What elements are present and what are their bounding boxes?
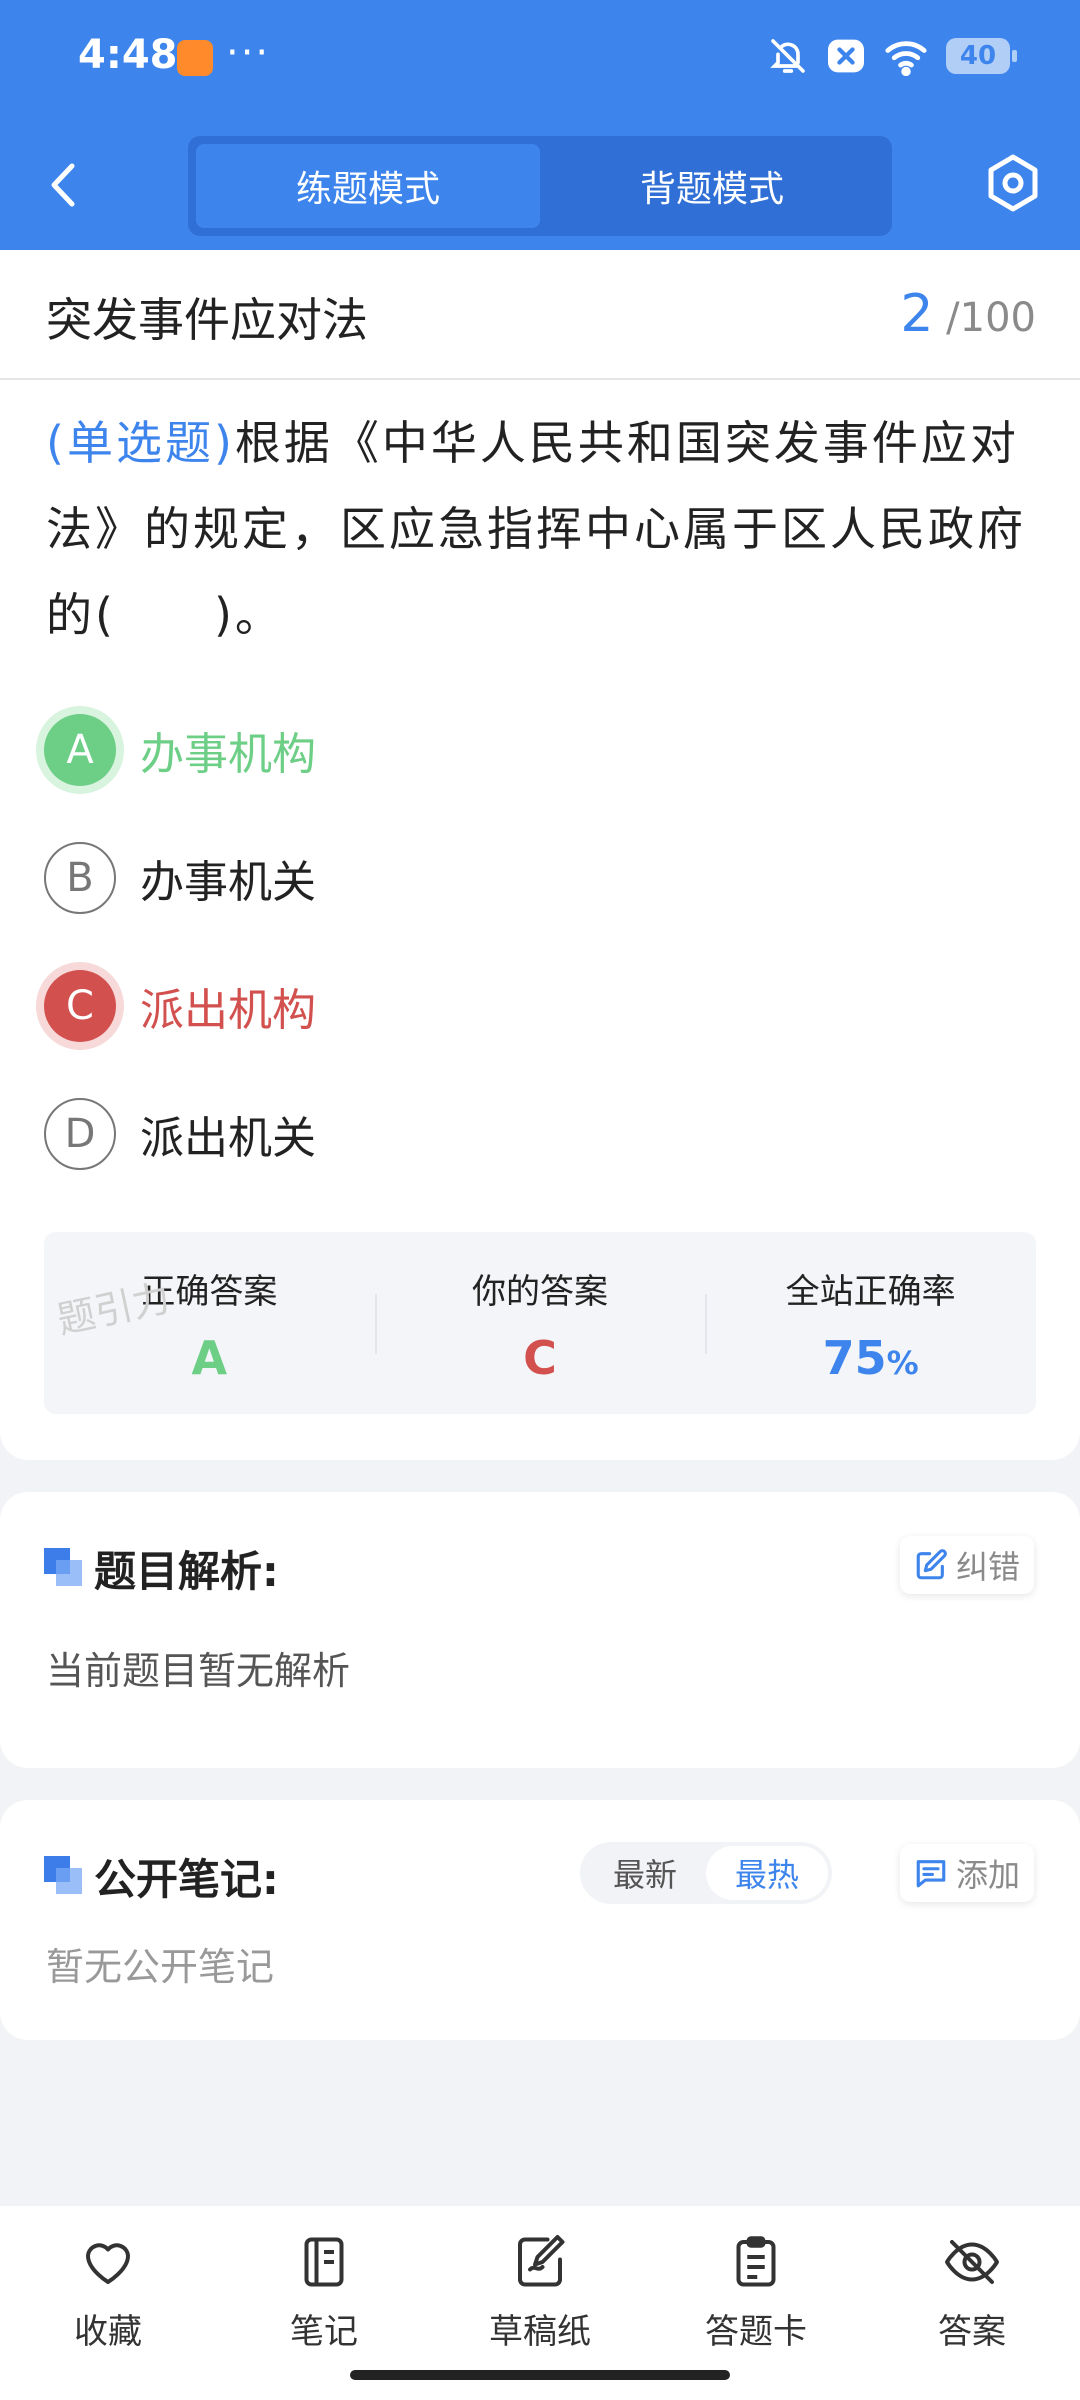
total-questions: /100 [946, 295, 1036, 341]
correct-answer-value: A [191, 1331, 228, 1385]
option-a[interactable]: A 办事机构 [44, 710, 944, 790]
eye-off-icon [945, 2240, 999, 2284]
status-icons: 40 [768, 36, 1017, 76]
option-label: 办事机构 [140, 729, 316, 780]
sort-hottest[interactable]: 最热 [706, 1846, 828, 1900]
mode-switch: 练题模式 背题模式 [188, 136, 892, 236]
current-question-number: 2 [900, 284, 934, 344]
notes-body: 暂无公开笔记 [46, 1945, 275, 1989]
analysis-title: 题目解析: [94, 1547, 279, 1596]
back-arrow-icon[interactable] [40, 150, 90, 220]
nav-label: 草稿纸 [489, 2312, 591, 2352]
home-indicator [350, 2370, 730, 2380]
accuracy-unit: % [886, 1344, 919, 1382]
status-bar: 4:48 ··· 40 [0, 0, 1080, 118]
option-label: 派出机关 [140, 1113, 316, 1164]
analysis-card: 题目解析: 纠错 当前题目暂无解析 [0, 1492, 1080, 1768]
draft-paper-icon [518, 2235, 565, 2287]
close-box-icon [828, 39, 864, 73]
your-answer-value: C [523, 1331, 557, 1385]
option-label: 派出机构 [140, 985, 316, 1036]
nav-label: 笔记 [290, 2312, 358, 2352]
wifi-icon [885, 41, 927, 76]
accuracy-number: 75 [822, 1331, 887, 1385]
nav-label: 答案 [938, 2312, 1006, 2352]
subject-title: 突发事件应对法 [46, 293, 368, 347]
accuracy-column: 全站正确率 75% [705, 1232, 1036, 1414]
your-answer-column: 你的答案 C [374, 1232, 706, 1414]
accuracy-value: 75% [823, 1331, 919, 1385]
option-label: 办事机关 [140, 857, 316, 908]
app-notification-icon [177, 40, 213, 76]
comment-icon [916, 1860, 946, 1888]
nav-favorite[interactable]: 收藏 [0, 2206, 216, 2400]
question-type: (单选题) [46, 416, 235, 470]
add-note-label: 添加 [955, 1856, 1020, 1894]
question-text: (单选题)根据《中华人民共和国突发事件应对法》的规定，区应急指挥中心属于区人民政… [46, 400, 1036, 658]
report-error-button[interactable]: 纠错 [899, 1536, 1034, 1594]
option-key: B [44, 842, 116, 914]
option-key: C [44, 970, 116, 1042]
more-notifications-icon: ··· [226, 30, 271, 76]
battery-indicator: 40 [946, 38, 1017, 74]
heart-icon [86, 2243, 130, 2284]
notes-sort-toggle: 最新 最热 [580, 1842, 832, 1904]
accuracy-label: 全站正确率 [785, 1272, 956, 1312]
section-icon [44, 1548, 82, 1586]
add-note-button[interactable]: 添加 [899, 1844, 1034, 1902]
notes-title: 公开笔记: [94, 1855, 279, 1904]
header-bar: 4:48 ··· 40 练题模式 背题模式 [0, 0, 1080, 250]
status-time: 4:48 [78, 32, 178, 78]
section-icon [44, 1856, 82, 1894]
sort-newest[interactable]: 最新 [584, 1846, 706, 1900]
question-counter: 2 /100 [900, 284, 1036, 344]
nav-show-answer[interactable]: 答案 [864, 2206, 1080, 2400]
answer-summary: 正确答案 A 你的答案 C 全站正确率 75% [44, 1232, 1036, 1414]
settings-hexagon-icon[interactable] [982, 152, 1044, 214]
edit-icon [916, 1549, 947, 1580]
option-b[interactable]: B 办事机关 [44, 838, 944, 918]
option-key: A [44, 714, 116, 786]
option-key: D [44, 1098, 116, 1170]
option-c[interactable]: C 派出机构 [44, 966, 944, 1046]
your-answer-label: 你的答案 [472, 1272, 608, 1312]
notebook-icon [304, 2237, 344, 2287]
notes-card: 公开笔记: 最新 最热 添加 暂无公开笔记 [0, 1800, 1080, 2040]
report-error-label: 纠错 [955, 1548, 1020, 1586]
subject-title-row: 突发事件应对法 2 /100 [0, 250, 1080, 380]
bell-off-icon [770, 39, 805, 73]
question-card: 突发事件应对法 2 /100 (单选题)根据《中华人民共和国突发事件应对法》的规… [0, 250, 1080, 1460]
nav-label: 收藏 [74, 2312, 142, 2352]
nav-label: 答题卡 [705, 2312, 807, 2352]
tab-practice-mode[interactable]: 练题模式 [196, 144, 540, 228]
answer-card-icon [736, 2236, 776, 2287]
tab-recite-mode[interactable]: 背题模式 [540, 144, 884, 228]
option-d[interactable]: D 派出机关 [44, 1094, 944, 1174]
analysis-body: 当前题目暂无解析 [46, 1649, 351, 1693]
